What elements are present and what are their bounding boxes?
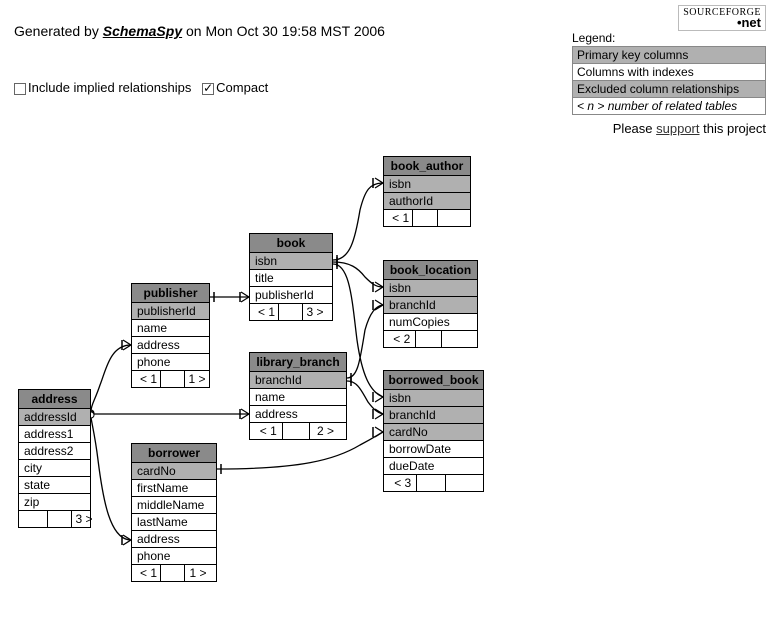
- column-branchId[interactable]: branchId: [384, 297, 477, 314]
- entity-book[interactable]: bookisbntitlepublisherId< 1 3 >: [249, 233, 333, 321]
- entity-title[interactable]: borrower: [132, 444, 216, 463]
- legend-row-ex: Excluded column relationships: [572, 80, 765, 98]
- column-zip[interactable]: zip: [19, 494, 90, 511]
- entity-book_author[interactable]: book_authorisbnauthorId< 1: [383, 156, 471, 227]
- footer-cell: < 1: [389, 210, 413, 226]
- legend-row-pk: Primary key columns: [572, 46, 765, 64]
- footer-cell: [161, 371, 185, 387]
- footer-cell: 1 >: [185, 565, 211, 581]
- entity-footer: < 1 2 >: [250, 423, 346, 439]
- column-phone[interactable]: phone: [132, 354, 209, 371]
- entity-footer: < 1 1 >: [132, 371, 209, 387]
- column-address[interactable]: address: [132, 337, 209, 354]
- column-dueDate[interactable]: dueDate: [384, 458, 483, 475]
- column-publisherId[interactable]: publisherId: [132, 303, 209, 320]
- footer-cell: [438, 210, 465, 226]
- footer-cell: < 1: [255, 423, 283, 439]
- column-phone[interactable]: phone: [132, 548, 216, 565]
- footer-cell: [446, 475, 478, 491]
- footer-cell: [24, 511, 48, 527]
- support-line: Please support this project: [572, 121, 766, 136]
- column-address2[interactable]: address2: [19, 443, 90, 460]
- column-isbn[interactable]: isbn: [384, 390, 483, 407]
- entity-borrowed_book[interactable]: borrowed_bookisbnbranchIdcardNoborrowDat…: [383, 370, 484, 492]
- footer-cell: 3 >: [303, 304, 327, 320]
- legend: Legend: Primary key columns Columns with…: [572, 31, 766, 136]
- column-numCopies[interactable]: numCopies: [384, 314, 477, 331]
- footer-cell: [279, 304, 303, 320]
- footer-cell: 1 >: [185, 371, 209, 387]
- column-cardNo[interactable]: cardNo: [132, 463, 216, 480]
- entity-footer: < 1 3 >: [250, 304, 332, 320]
- column-city[interactable]: city: [19, 460, 90, 477]
- entity-footer: < 3: [384, 475, 483, 491]
- support-link[interactable]: support: [656, 121, 699, 136]
- column-middleName[interactable]: middleName: [132, 497, 216, 514]
- column-isbn[interactable]: isbn: [384, 176, 470, 193]
- tool-link[interactable]: SchemaSpy: [103, 23, 182, 39]
- entity-footer: < 1: [384, 210, 470, 226]
- footer-cell: 2 >: [310, 423, 341, 439]
- entity-title[interactable]: book: [250, 234, 332, 253]
- footer-cell: [283, 423, 311, 439]
- entity-borrower[interactable]: borrowercardNofirstNamemiddleNamelastNam…: [131, 443, 217, 582]
- entity-book_location[interactable]: book_locationisbnbranchIdnumCopies< 2: [383, 260, 478, 348]
- footer-cell: < 3: [389, 475, 417, 491]
- compact-checkbox[interactable]: [202, 83, 214, 95]
- footer-cell: 3 >: [72, 511, 96, 527]
- footer-cell: [413, 210, 437, 226]
- generated-prefix: Generated by: [14, 23, 103, 39]
- legend-row-idx: Columns with indexes: [572, 63, 765, 81]
- column-addressId[interactable]: addressId: [19, 409, 90, 426]
- footer-cell: < 2: [389, 331, 416, 347]
- generated-suffix: on Mon Oct 30 19:58 MST 2006: [182, 23, 385, 39]
- entity-address[interactable]: addressaddressIdaddress1address2citystat…: [18, 389, 91, 528]
- sourceforge-bottom: •net: [683, 18, 761, 28]
- footer-cell: [442, 331, 472, 347]
- entity-title[interactable]: address: [19, 390, 90, 409]
- column-lastName[interactable]: lastName: [132, 514, 216, 531]
- entity-title[interactable]: publisher: [132, 284, 209, 303]
- entity-title[interactable]: book_location: [384, 261, 477, 280]
- column-address[interactable]: address: [132, 531, 216, 548]
- controls-row: Include implied relationships Compact: [14, 80, 268, 95]
- column-borrowDate[interactable]: borrowDate: [384, 441, 483, 458]
- entity-footer: < 2: [384, 331, 477, 347]
- column-name[interactable]: name: [250, 389, 346, 406]
- column-firstName[interactable]: firstName: [132, 480, 216, 497]
- column-address1[interactable]: address1: [19, 426, 90, 443]
- compact-label[interactable]: Compact: [216, 80, 268, 95]
- column-name[interactable]: name: [132, 320, 209, 337]
- column-branchId[interactable]: branchId: [250, 372, 346, 389]
- legend-title: Legend:: [572, 31, 766, 45]
- legend-row-rel: < n > number of related tables: [572, 97, 765, 115]
- column-branchId[interactable]: branchId: [384, 407, 483, 424]
- column-address[interactable]: address: [250, 406, 346, 423]
- sourceforge-badge[interactable]: SOURCEFORGE •net: [678, 5, 766, 31]
- footer-cell: [417, 475, 445, 491]
- column-authorId[interactable]: authorId: [384, 193, 470, 210]
- entity-title[interactable]: book_author: [384, 157, 470, 176]
- column-publisherId[interactable]: publisherId: [250, 287, 332, 304]
- column-title[interactable]: title: [250, 270, 332, 287]
- generated-line: Generated by SchemaSpy on Mon Oct 30 19:…: [14, 23, 385, 39]
- column-cardNo[interactable]: cardNo: [384, 424, 483, 441]
- column-state[interactable]: state: [19, 477, 90, 494]
- entity-title[interactable]: library_branch: [250, 353, 346, 372]
- implied-label[interactable]: Include implied relationships: [28, 80, 191, 95]
- entity-footer: < 1 1 >: [132, 565, 216, 581]
- entity-title[interactable]: borrowed_book: [384, 371, 483, 390]
- entity-footer: 3 >: [19, 511, 90, 527]
- footer-cell: < 1: [137, 565, 161, 581]
- column-isbn[interactable]: isbn: [384, 280, 477, 297]
- entity-publisher[interactable]: publisherpublisherIdnameaddressphone< 1 1…: [131, 283, 210, 388]
- footer-cell: [416, 331, 443, 347]
- entity-library_branch[interactable]: library_branchbranchIdnameaddress< 1 2 >: [249, 352, 347, 440]
- footer-cell: [161, 565, 185, 581]
- footer-cell: [48, 511, 72, 527]
- column-isbn[interactable]: isbn: [250, 253, 332, 270]
- footer-cell: < 1: [255, 304, 279, 320]
- implied-checkbox[interactable]: [14, 83, 26, 95]
- footer-cell: < 1: [137, 371, 161, 387]
